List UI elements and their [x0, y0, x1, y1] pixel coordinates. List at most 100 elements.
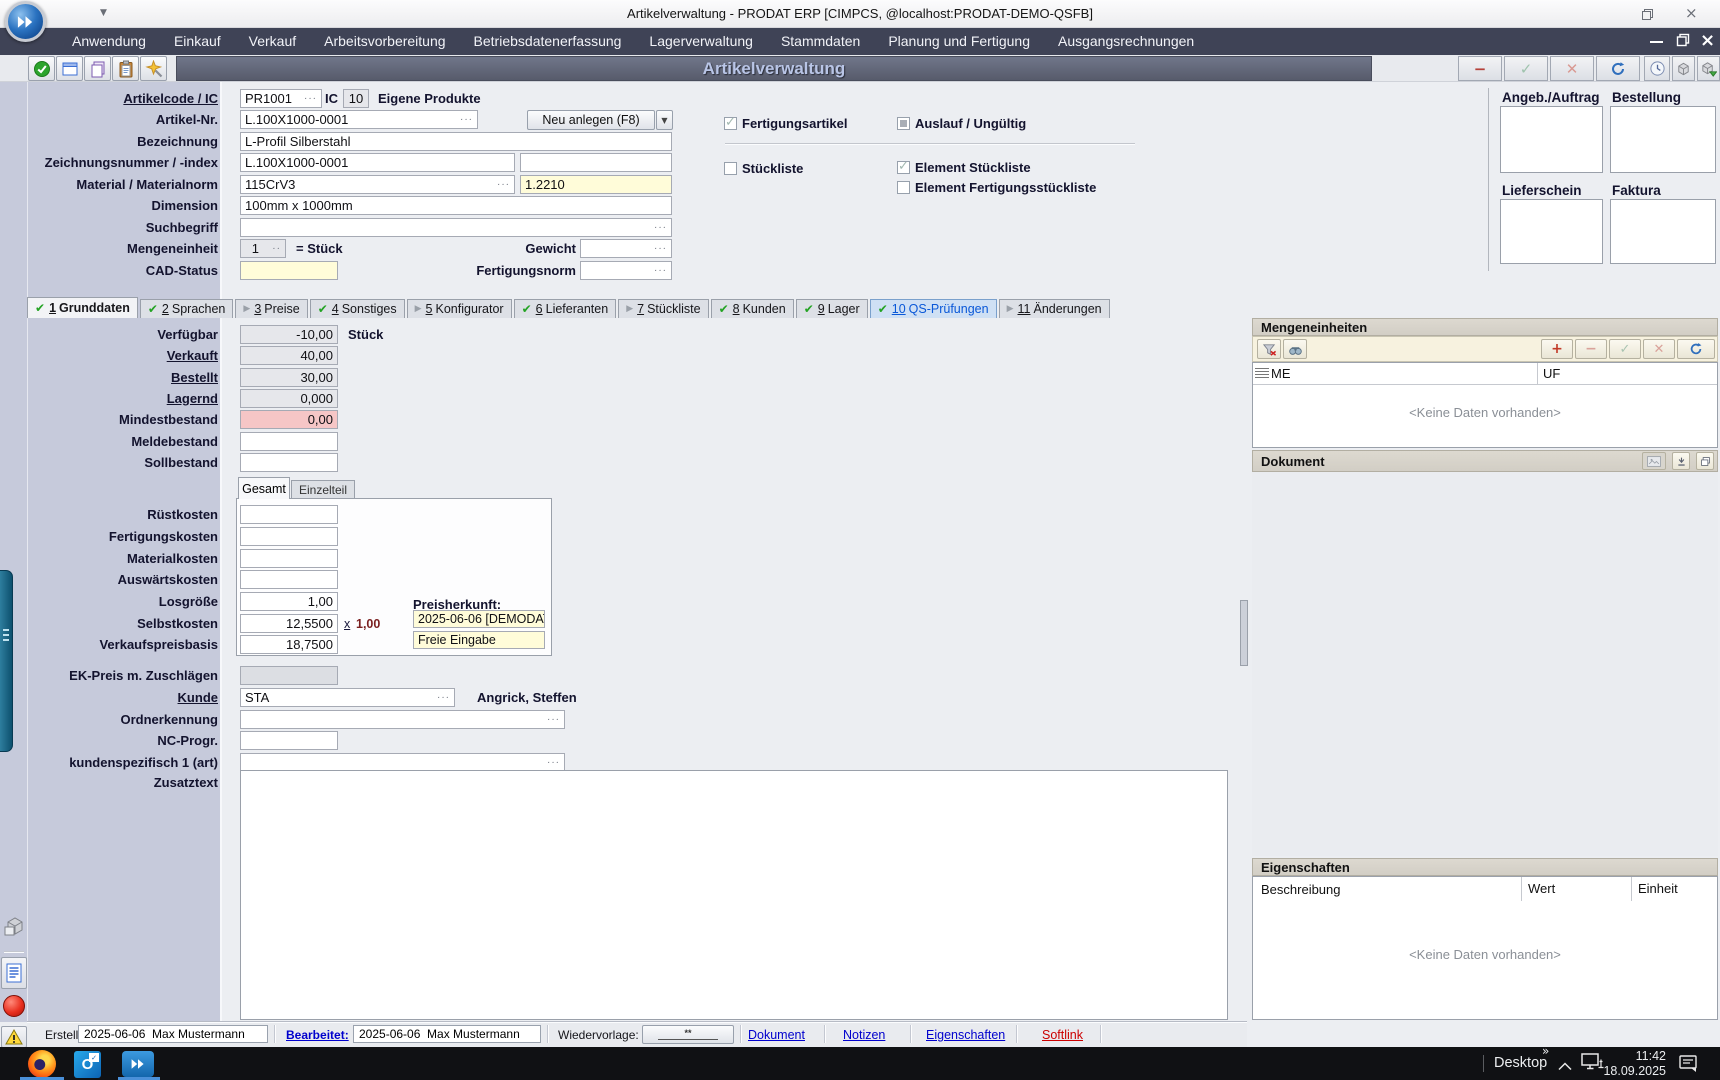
- vertical-scrollbar[interactable]: [1240, 600, 1248, 666]
- col-uf[interactable]: UF: [1537, 363, 1717, 385]
- parts-side-icon[interactable]: [3, 913, 27, 944]
- preisherkunft-quelle-field[interactable]: 2025-06-06 [DEMODAT.: [413, 610, 545, 628]
- angebot-list[interactable]: [1500, 106, 1603, 173]
- element-fertigungsstueckliste-checkbox[interactable]: [897, 181, 910, 194]
- bearbeitet-link[interactable]: Bearbeitet:: [286, 1026, 349, 1044]
- menu-lagerverwaltung[interactable]: Lagerverwaltung: [635, 28, 767, 55]
- menu-verkauf[interactable]: Verkauf: [235, 28, 310, 55]
- menu-anwendung[interactable]: Anwendung: [58, 28, 160, 55]
- ordnerkennung-field[interactable]: ···: [240, 710, 565, 729]
- restore-app-icon[interactable]: [1676, 32, 1690, 51]
- ellipsis-icon[interactable]: ···: [654, 267, 667, 275]
- tab-qs-pruefungen[interactable]: ✔10QS-Prüfungen: [870, 299, 997, 318]
- meldebestand-field[interactable]: [240, 432, 338, 451]
- remove-me-button[interactable]: −: [1575, 339, 1607, 359]
- menu-planung-und-fertigung[interactable]: Planung und Fertigung: [874, 28, 1044, 55]
- mengeneinheit-field[interactable]: 1··: [240, 239, 286, 258]
- image-preview-icon[interactable]: [1642, 452, 1666, 470]
- document-side-button[interactable]: [1, 957, 27, 989]
- add-me-button[interactable]: +: [1541, 339, 1573, 359]
- cad-status-field[interactable]: [240, 261, 338, 280]
- ruestkosten-field[interactable]: [240, 505, 338, 524]
- wiedervorlage-button[interactable]: **: [642, 1025, 734, 1044]
- losgroesse-field[interactable]: 1,00: [240, 592, 338, 611]
- action-center-icon[interactable]: [1678, 1053, 1698, 1078]
- tab-einzelteil[interactable]: Einzelteil: [291, 480, 355, 499]
- auswaertskosten-field[interactable]: [240, 570, 338, 589]
- tab-sprachen[interactable]: ✔2Sprachen: [140, 299, 234, 318]
- bezeichnung-field[interactable]: L-Profil Silberstahl: [240, 132, 672, 151]
- stueckliste-checkbox[interactable]: [724, 162, 737, 175]
- gewicht-field[interactable]: ···: [580, 239, 672, 258]
- menu-betriebsdatenerfassung[interactable]: Betriebsdatenerfassung: [460, 28, 636, 55]
- kunde-field[interactable]: STA···: [240, 688, 455, 707]
- notizen-link[interactable]: Notizen: [843, 1026, 885, 1044]
- col-me[interactable]: ME: [1271, 366, 1537, 381]
- ic-field[interactable]: 10: [343, 89, 369, 108]
- neu-anlegen-dropdown-icon[interactable]: ▼: [656, 110, 673, 130]
- wizard-button[interactable]: [140, 56, 167, 81]
- verkaufspreisbasis-field[interactable]: 18,7500: [240, 635, 338, 654]
- zeichnungsindex-field[interactable]: [520, 153, 672, 172]
- tab-gesamt[interactable]: Gesamt: [238, 477, 290, 499]
- show-desktop-button[interactable]: Desktop: [1494, 1055, 1547, 1071]
- materialnorm-field[interactable]: 1.2210: [520, 175, 672, 194]
- collapsed-side-panel-tab[interactable]: [0, 570, 13, 752]
- preisherkunft-art-field[interactable]: Freie Eingabe: [413, 631, 545, 649]
- menu-ausgangsrechnungen[interactable]: Ausgangsrechnungen: [1044, 28, 1208, 55]
- dimension-field[interactable]: 100mm x 1000mm: [240, 196, 672, 215]
- new-window-button[interactable]: [56, 56, 83, 81]
- bestellt-label[interactable]: Bestellt: [28, 368, 218, 387]
- restore-window-icon[interactable]: [1641, 6, 1654, 25]
- materialkosten-field[interactable]: [240, 549, 338, 568]
- refresh-me-button[interactable]: [1677, 339, 1715, 359]
- menu-einkauf[interactable]: Einkauf: [160, 28, 235, 55]
- close-window-icon[interactable]: ×: [1685, 4, 1698, 22]
- prodat-taskbar-icon[interactable]: [122, 1051, 154, 1077]
- faktor-x-link[interactable]: x: [344, 617, 350, 631]
- history-button[interactable]: [1644, 56, 1670, 81]
- tab-konfigurator[interactable]: ▶5Konfigurator: [407, 299, 512, 318]
- col-einheit[interactable]: Einheit: [1631, 877, 1717, 901]
- ellipsis-icon[interactable]: ···: [547, 759, 560, 767]
- dock-down-icon[interactable]: [1672, 452, 1690, 470]
- dokument-body[interactable]: [1252, 472, 1718, 856]
- record-stop-icon[interactable]: [3, 995, 25, 1017]
- ellipsis-icon[interactable]: ···: [654, 245, 667, 253]
- cancel-record-button[interactable]: ✕: [1550, 56, 1594, 81]
- minimize-app-icon[interactable]: [1650, 41, 1663, 43]
- tab-aenderungen[interactable]: ▶11Änderungen: [999, 299, 1110, 318]
- tab-lager[interactable]: ✔9Lager: [796, 299, 868, 318]
- clock-date[interactable]: 18.09.2025: [1594, 1064, 1666, 1078]
- kunde-label[interactable]: Kunde: [28, 688, 218, 707]
- search-button[interactable]: [1283, 339, 1307, 359]
- tab-grunddaten[interactable]: ✔1Grunddaten: [27, 297, 138, 318]
- eigenschaften-link[interactable]: Eigenschaften: [926, 1026, 1005, 1044]
- bestellung-list[interactable]: [1610, 106, 1716, 173]
- zeichnungsnummer-field[interactable]: L.100X1000-0001: [240, 153, 515, 172]
- ellipsis-icon[interactable]: ···: [437, 694, 450, 702]
- nc-progr-field[interactable]: [240, 731, 338, 750]
- col-wert[interactable]: Wert: [1521, 877, 1631, 901]
- taskbar-overflow-icon[interactable]: »: [1542, 1044, 1549, 1058]
- ellipsis-icon[interactable]: ···: [497, 181, 510, 189]
- fertigungskosten-field[interactable]: [240, 527, 338, 546]
- neu-anlegen-button[interactable]: Neu anlegen (F8): [527, 110, 655, 130]
- ellipsis-icon[interactable]: ··: [272, 245, 281, 253]
- artikelcode-label[interactable]: Artikelcode / IC: [28, 89, 218, 108]
- quick-access-dropdown-icon[interactable]: ▼: [100, 8, 107, 18]
- tab-stueckliste[interactable]: ▶7Stückliste: [618, 299, 708, 318]
- auslauf-checkbox[interactable]: [897, 117, 910, 130]
- refresh-button[interactable]: [1596, 56, 1640, 81]
- tray-chevron-up-icon[interactable]: [1558, 1058, 1572, 1076]
- softlink-link[interactable]: Softlink: [1042, 1026, 1083, 1044]
- dokument-link[interactable]: Dokument: [748, 1026, 805, 1044]
- cancel-me-button[interactable]: ✕: [1643, 339, 1675, 359]
- ellipsis-icon[interactable]: ···: [460, 116, 473, 124]
- lieferschein-list[interactable]: [1500, 199, 1603, 264]
- artikelnr-field[interactable]: L.100X1000-0001···: [240, 110, 478, 129]
- menu-stammdaten[interactable]: Stammdaten: [767, 28, 874, 55]
- fertigungsartikel-checkbox[interactable]: [724, 117, 737, 130]
- confirm-me-button[interactable]: ✓: [1609, 339, 1641, 359]
- sollbestand-field[interactable]: [240, 453, 338, 472]
